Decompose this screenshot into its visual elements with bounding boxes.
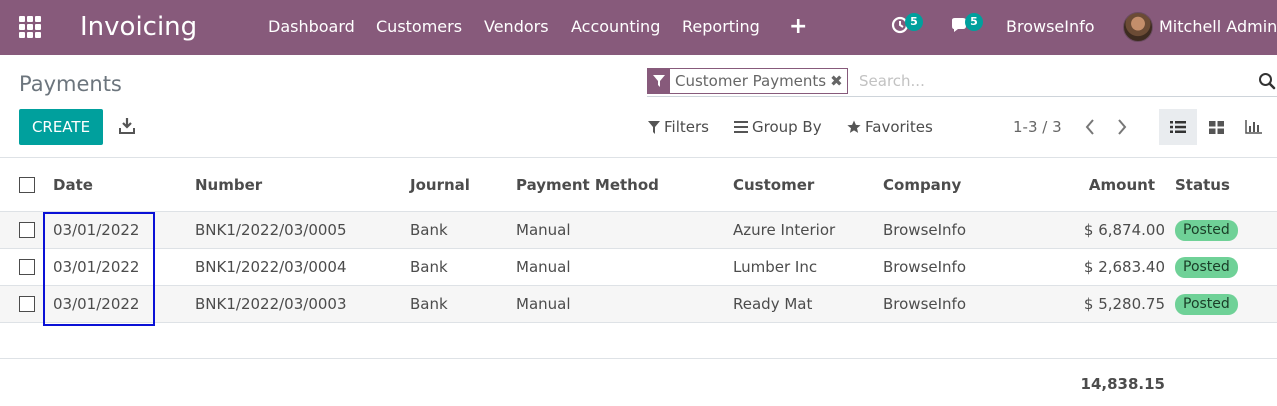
row-checkbox[interactable] (19, 296, 35, 312)
filters-label: Filters (664, 118, 709, 136)
list-view-icon (1170, 121, 1186, 133)
cell-amount: $ 6,874.00 (1083, 221, 1165, 239)
favorites-label: Favorites (865, 118, 933, 136)
create-button[interactable]: CREATE (19, 109, 103, 145)
star-icon (847, 120, 861, 133)
cell-customer: Azure Interior (733, 221, 836, 239)
row-checkbox[interactable] (19, 222, 35, 238)
menu-customers[interactable]: Customers (376, 17, 462, 37)
activity-count-badge: 5 (905, 13, 923, 31)
cell-amount: $ 2,683.40 (1083, 258, 1165, 276)
select-all-checkbox[interactable] (19, 177, 35, 193)
cell-date: 03/01/2022 (53, 295, 140, 313)
column-header-date[interactable]: Date (53, 175, 93, 195)
plus-icon[interactable]: + (789, 14, 807, 40)
menu-accounting[interactable]: Accounting (571, 17, 660, 37)
cell-company: BrowseInfo (883, 221, 967, 239)
app-title[interactable]: Invoicing (80, 8, 197, 46)
group-by-label: Group By (752, 118, 822, 136)
cell-date: 03/01/2022 (53, 221, 140, 239)
menu-vendors[interactable]: Vendors (484, 17, 549, 37)
status-badge: Posted (1175, 294, 1238, 315)
column-header-status[interactable]: Status (1175, 175, 1230, 195)
chevron-right-icon[interactable] (1115, 117, 1129, 137)
kanban-view-icon (1208, 120, 1224, 134)
search-bar: Customer Payments ✖ (647, 68, 1277, 97)
top-navbar: Invoicing Dashboard Customers Vendors Ac… (0, 0, 1277, 55)
close-icon[interactable]: ✖ (830, 69, 847, 93)
table-row[interactable]: 03/01/2022 BNK1/2022/03/0005 Bank Manual… (0, 212, 1277, 249)
row-checkbox[interactable] (19, 259, 35, 275)
table-row[interactable]: 03/01/2022 BNK1/2022/03/0004 Bank Manual… (0, 249, 1277, 286)
filters-button[interactable]: Filters (648, 117, 709, 137)
chevron-left-icon[interactable] (1083, 117, 1097, 137)
pager-value[interactable]: 1-3 / 3 (1013, 117, 1062, 137)
search-facet[interactable]: Customer Payments ✖ (647, 68, 848, 94)
cell-company: BrowseInfo (883, 258, 967, 276)
status-badge: Posted (1175, 220, 1238, 241)
cell-journal: Bank (410, 258, 448, 276)
download-icon[interactable] (119, 117, 135, 135)
filter-funnel-icon (648, 120, 660, 134)
menu-reporting[interactable]: Reporting (682, 17, 760, 37)
status-badge: Posted (1175, 257, 1238, 278)
apps-icon[interactable] (19, 16, 41, 38)
column-header-amount[interactable]: Amount (1045, 175, 1155, 195)
avatar[interactable] (1123, 12, 1153, 42)
messages-count-badge: 5 (965, 13, 983, 31)
column-header-payment-method[interactable]: Payment Method (516, 175, 659, 195)
column-header-journal[interactable]: Journal (410, 175, 470, 195)
group-by-button[interactable]: Group By (734, 117, 822, 137)
table-row[interactable]: 03/01/2022 BNK1/2022/03/0003 Bank Manual… (0, 286, 1277, 323)
amount-total: 14,838.15 (1080, 375, 1165, 393)
cell-date: 03/01/2022 (53, 258, 140, 276)
group-by-icon (734, 121, 748, 133)
cell-payment-method: Manual (516, 221, 571, 239)
favorites-button[interactable]: Favorites (847, 117, 933, 137)
payments-list: Date Number Journal Payment Method Custo… (0, 157, 1277, 323)
filter-icon (648, 69, 670, 93)
table-footer-divider (0, 358, 1277, 359)
graph-view-button[interactable] (1234, 109, 1272, 145)
search-icon[interactable] (1258, 72, 1276, 90)
user-menu[interactable]: Mitchell Admin (1159, 17, 1277, 37)
cell-journal: Bank (410, 221, 448, 239)
company-switcher[interactable]: BrowseInfo (1006, 17, 1095, 37)
column-header-company[interactable]: Company (883, 175, 961, 195)
cell-customer: Ready Mat (733, 295, 813, 313)
cell-payment-method: Manual (516, 258, 571, 276)
search-input[interactable] (859, 70, 1249, 92)
cell-number: BNK1/2022/03/0004 (195, 258, 347, 276)
cell-journal: Bank (410, 295, 448, 313)
page-title[interactable]: Payments (19, 71, 122, 97)
cell-number: BNK1/2022/03/0005 (195, 221, 347, 239)
table-header: Date Number Journal Payment Method Custo… (0, 158, 1277, 212)
graph-view-icon (1244, 120, 1262, 134)
cell-payment-method: Manual (516, 295, 571, 313)
column-header-customer[interactable]: Customer (733, 175, 814, 195)
cell-amount: $ 5,280.75 (1083, 295, 1165, 313)
column-header-number[interactable]: Number (195, 175, 262, 195)
kanban-view-button[interactable] (1197, 109, 1235, 145)
menu-dashboard[interactable]: Dashboard (268, 17, 355, 37)
facet-label: Customer Payments (675, 72, 827, 90)
cell-company: BrowseInfo (883, 295, 967, 313)
cell-number: BNK1/2022/03/0003 (195, 295, 347, 313)
list-view-button[interactable] (1159, 109, 1197, 145)
cell-customer: Lumber Inc (733, 258, 818, 276)
